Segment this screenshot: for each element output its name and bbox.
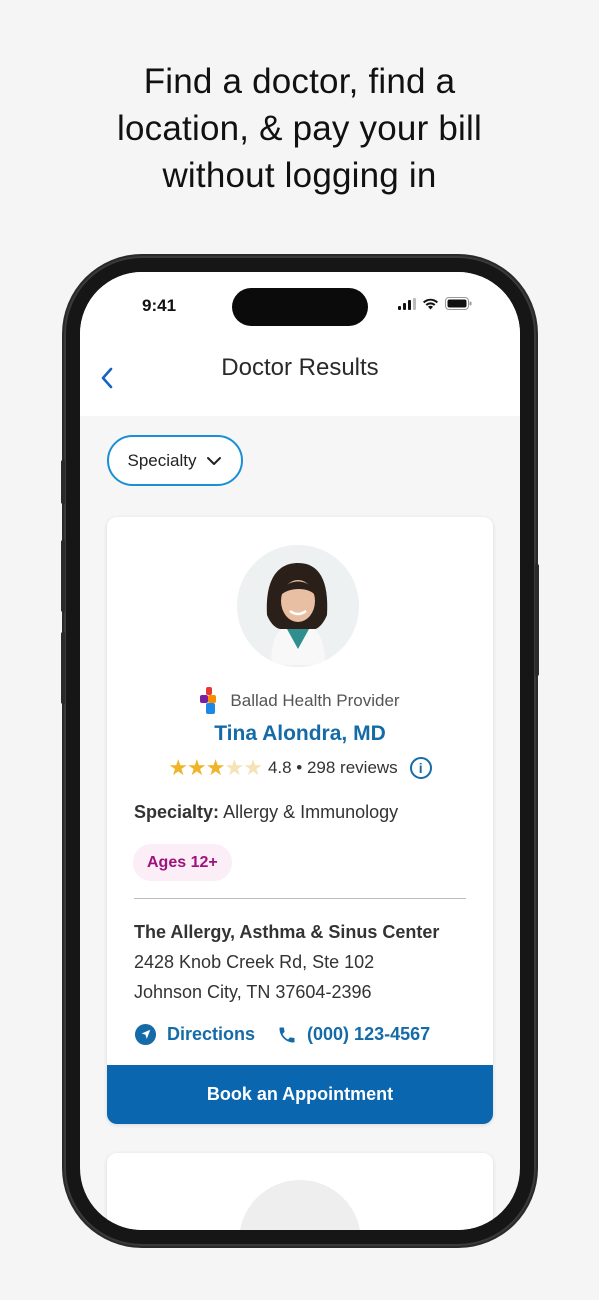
doctor-card: Ballad Health Provider Tina Alondra, MD … [107,517,493,1124]
nav-bar: Doctor Results [80,342,520,416]
status-bar: 9:41 [80,272,520,342]
address-line: Johnson City, TN 37604-2396 [134,982,372,1002]
headline-line: location, & pay your bill [117,109,482,148]
phone-icon [279,1027,295,1042]
specialty-value: Allergy & Immunology [223,802,399,822]
wifi-icon [423,298,438,309]
doctor-name[interactable]: Tina Alondra, MD [107,722,493,746]
divider [134,898,466,899]
phone-volume-down-button [61,632,65,704]
headline-line: Find a doctor, find a [143,62,456,101]
doctor-card-next [107,1153,493,1230]
directions-label: Directions [167,1024,256,1044]
star-rating: ★★★★★ [168,755,263,780]
signal-icon [398,297,416,310]
marketing-headline: Find a doctor, find a location, & pay yo… [0,58,599,199]
directions-link[interactable]: Directions [134,1023,255,1046]
specialty-label: Specialty: [134,802,220,822]
specialty-filter-chip[interactable]: Specialty [107,435,243,486]
phone-power-button [535,564,539,676]
directions-icon [134,1023,157,1046]
location-name: The Allergy, Asthma & Sinus Center [134,922,440,942]
phone-number: (000) 123-4567 [307,1024,431,1044]
headline-line: without logging in [162,156,437,195]
info-icon[interactable]: i [409,757,432,779]
status-time: 9:41 [142,296,177,315]
doctor-avatar [237,545,359,667]
battery-icon [445,297,472,310]
provider-row: Ballad Health Provider [107,687,493,715]
rating-row: ★★★★★ 4.8 • 298 reviews i [107,755,493,781]
page-title: Doctor Results [221,354,379,381]
address-line: 2428 Knob Creek Rd, Ste 102 [134,952,375,972]
specialty-row: Specialty: Allergy & Immunology [134,802,398,823]
dynamic-island [232,288,368,326]
phone-volume-up-button [61,540,65,612]
chevron-down-icon [207,456,222,465]
contact-row: Directions (000) 123-4567 [134,1023,430,1046]
status-icons [398,297,472,310]
book-appointment-button[interactable]: Book an Appointment [107,1065,493,1124]
ages-badge: Ages 12+ [133,844,232,881]
phone-link[interactable]: (000) 123-4567 [277,1024,430,1045]
phone-screen: 9:41 Doctor Results Specialty Ballad Hea… [80,272,520,1230]
doctor-avatar-placeholder [239,1180,361,1230]
ballad-health-logo-icon [200,687,217,714]
specialty-filter-label: Specialty [127,450,197,470]
phone-side-button [61,460,65,504]
rating-text: 4.8 • 298 reviews [267,758,398,777]
provider-label: Ballad Health Provider [230,691,400,710]
